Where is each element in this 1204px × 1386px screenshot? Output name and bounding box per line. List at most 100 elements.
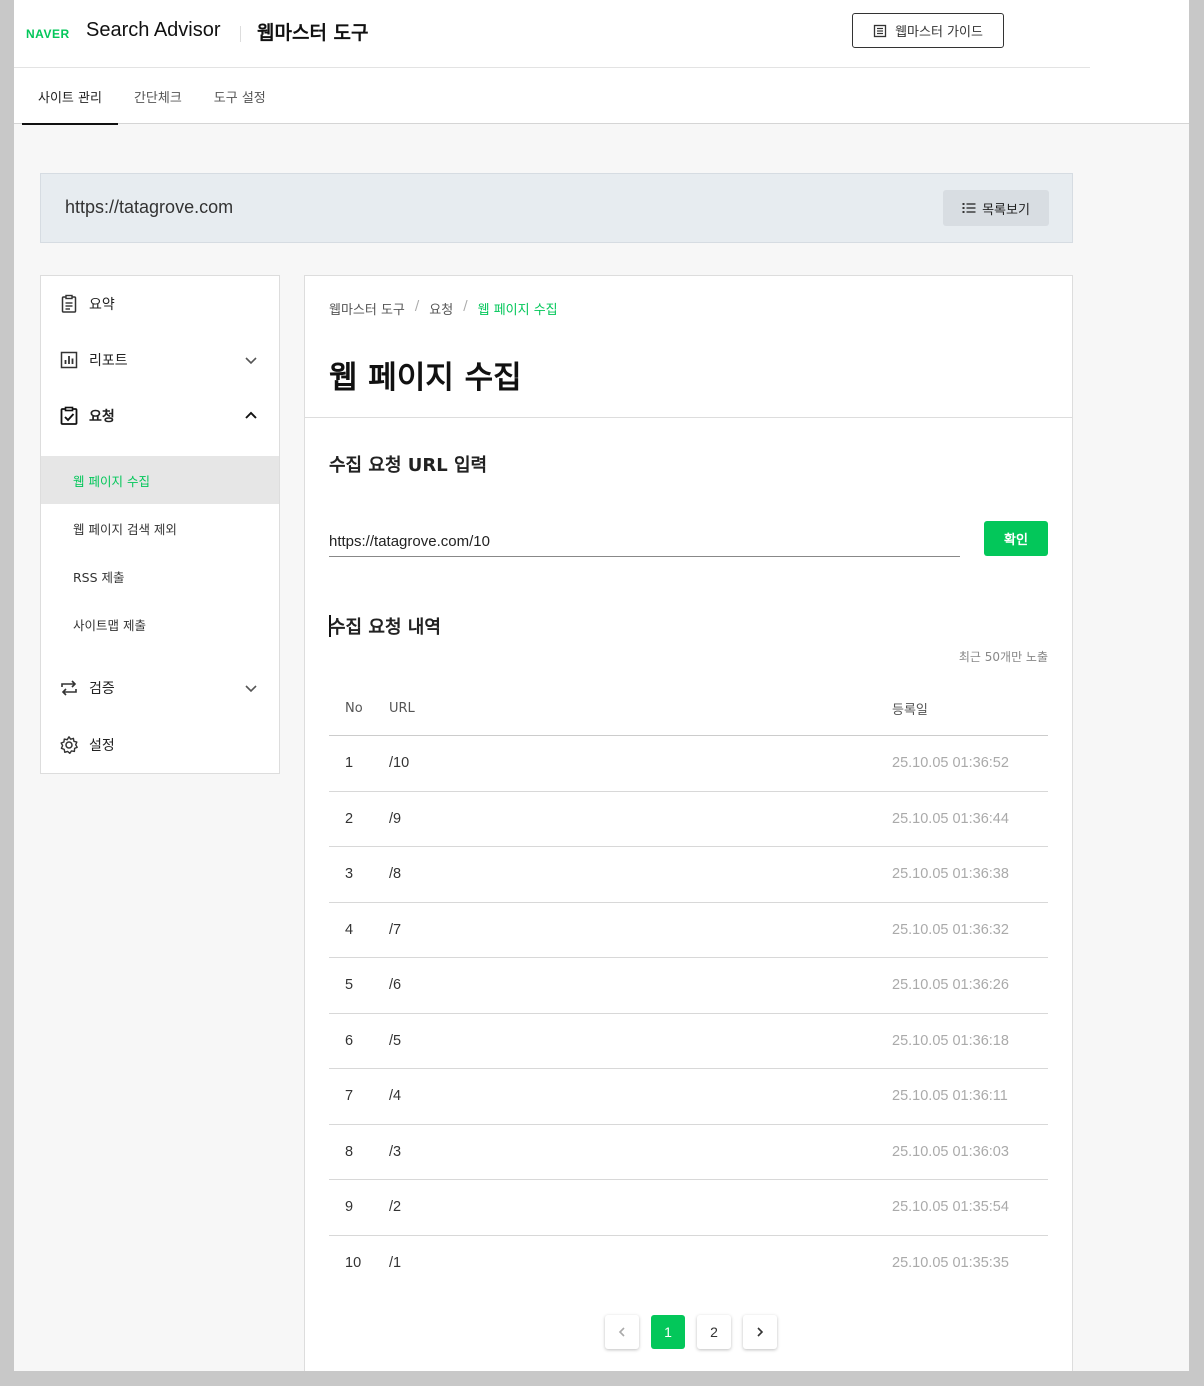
sidebar-item-label: 검증 [89,681,115,697]
row-number: 9 [345,1199,354,1216]
breadcrumb-separator: / [414,299,420,314]
sidebar-item-label: 리포트 [89,353,128,369]
list-view-label: 목록보기 [982,202,1030,218]
column-header-date: 등록일 [892,702,928,718]
breadcrumb-item[interactable]: 요청 [429,299,453,318]
row-date: 25.10.05 01:35:35 [892,1255,1009,1272]
pagination: 1 2 [605,1315,777,1349]
table-row: 7/4 25.10.05 01:36:11 [329,1069,1048,1125]
site-bar: https://tatagrove.com 목록보기 [40,173,1073,243]
chevron-right-icon [757,1327,764,1337]
row-date: 25.10.05 01:36:38 [892,866,1009,883]
naver-logo[interactable]: NAVER [26,27,70,41]
row-url: /6 [389,977,402,994]
site-url: https://tatagrove.com [65,197,234,217]
sidebar-subitem-sitemap-submit[interactable]: 사이트맵 제출 [41,600,279,648]
sidebar-item-settings[interactable]: 설정 [41,725,279,765]
table-row: 1/10 25.10.05 01:36:52 [329,736,1048,792]
sidebar-subitem-web-page-crawl[interactable]: 웹 페이지 수집 [41,456,279,504]
row-number: 2 [345,810,354,827]
breadcrumb: 웹마스터 도구 / 요청 / 웹 페이지 수집 [329,299,558,318]
sidebar-item-label: 요청 [89,409,115,425]
table-header: No URL 등록일 [329,681,1048,736]
row-number: 4 [345,921,354,938]
logo-divider [240,26,241,42]
confirm-button[interactable]: 확인 [984,521,1048,556]
sidebar-subitem-web-page-exclude[interactable]: 웹 페이지 검색 제외 [41,504,279,552]
row-url: /9 [389,810,402,827]
row-date: 25.10.05 01:36:26 [892,977,1009,994]
table-row: 3/8 25.10.05 01:36:38 [329,847,1048,903]
top-header: NAVER Search Advisor 웹마스터 도구 웹마스터 가이드 사이… [14,0,1189,125]
row-date: 25.10.05 01:36:52 [892,755,1009,772]
crawl-url-input[interactable] [329,518,960,557]
row-url: /10 [389,755,410,772]
webmaster-guide-label: 웹마스터 가이드 [895,25,983,40]
page-title: 웹 페이지 수집 [329,360,522,396]
chevron-up-icon[interactable] [243,408,259,424]
row-number: 3 [345,866,354,883]
row-number: 7 [345,1088,354,1105]
page-button-1[interactable]: 1 [651,1315,685,1349]
sidebar-item-report[interactable]: 리포트 [41,340,279,380]
book-icon [873,24,887,37]
chevron-down-icon[interactable] [243,352,259,368]
sidebar-subitem-rss-submit[interactable]: RSS 제출 [41,552,279,600]
table-row: 2/9 25.10.05 01:36:44 [329,792,1048,847]
row-number: 6 [345,1032,354,1049]
page: NAVER Search Advisor 웹마스터 도구 웹마스터 가이드 사이… [14,0,1189,1371]
history-table: No URL 등록일 1/10 25.10.05 01:36:52 2/9 25.10… [329,681,1048,1291]
row-url: /5 [389,1032,402,1049]
clipboard-icon [61,294,77,313]
sidebar-item-verify[interactable]: 검증 [41,668,279,708]
webmaster-tools-title[interactable]: 웹마스터 도구 [257,18,369,45]
row-url: /4 [389,1088,402,1105]
tab-quick-check[interactable]: 간단체크 [118,69,198,124]
row-date: 25.10.05 01:36:18 [892,1032,1009,1049]
table-row: 5/6 25.10.05 01:36:26 [329,958,1048,1014]
row-number: 5 [345,977,354,994]
row-number: 8 [345,1143,354,1160]
repeat-icon [61,680,77,696]
sidebar-item-label: 설정 [89,738,115,754]
clipboard-check-icon [60,406,78,425]
history-section-title: 수집 요청 내역 [329,617,441,638]
main-content: 웹마스터 도구 / 요청 / 웹 페이지 수집 웹 페이지 수집 수집 요청 U… [304,275,1073,1371]
history-note: 최근 50개만 노출 [958,650,1048,664]
sidebar: 요약 리포트 요청 웹 페이지 수집 웹 페이지 검색 제외 RSS 제출 사이… [40,275,280,774]
list-view-button[interactable]: 목록보기 [943,190,1049,226]
row-number: 10 [345,1255,362,1272]
row-date: 25.10.05 01:36:03 [892,1143,1009,1160]
prev-page-button[interactable] [605,1315,639,1349]
tab-site-management[interactable]: 사이트 관리 [22,69,118,125]
url-input-section-title: 수집 요청 URL 입력 [329,455,488,476]
title-divider [305,417,1072,418]
row-date: 25.10.05 01:36:44 [892,810,1009,827]
sidebar-item-request[interactable]: 요청 [41,396,279,436]
main-tabs: 사이트 관리 간단체크 도구 설정 [22,69,282,125]
sidebar-item-summary[interactable]: 요약 [41,284,279,324]
search-advisor-logo[interactable]: Search Advisor [86,19,221,42]
row-url: /7 [389,921,402,938]
row-date: 25.10.05 01:36:32 [892,921,1009,938]
row-number: 1 [345,755,354,772]
row-date: 25.10.05 01:36:11 [892,1088,1008,1105]
table-row: 8/3 25.10.05 01:36:03 [329,1125,1048,1180]
row-url: /1 [389,1255,402,1272]
table-body: 1/10 25.10.05 01:36:52 2/9 25.10.05 01:36:4… [329,736,1048,1291]
table-row: 4/7 25.10.05 01:36:32 [329,903,1048,958]
header-top-bar: NAVER Search Advisor 웹마스터 도구 웹마스터 가이드 [14,0,1090,68]
tab-tool-settings[interactable]: 도구 설정 [198,69,282,124]
webmaster-guide-button[interactable]: 웹마스터 가이드 [852,13,1004,48]
column-header-url: URL [389,700,415,716]
table-row: 10/1 25.10.05 01:35:35 [329,1236,1048,1292]
list-icon [962,203,976,213]
chevron-down-icon[interactable] [243,680,259,696]
next-page-button[interactable] [743,1315,777,1349]
page-button-2[interactable]: 2 [697,1315,731,1349]
breadcrumb-item[interactable]: 웹마스터 도구 [329,299,405,318]
chart-icon [60,351,78,369]
row-date: 25.10.05 01:35:54 [892,1199,1009,1216]
table-row: 6/5 25.10.05 01:36:18 [329,1014,1048,1069]
gear-icon [60,736,78,754]
